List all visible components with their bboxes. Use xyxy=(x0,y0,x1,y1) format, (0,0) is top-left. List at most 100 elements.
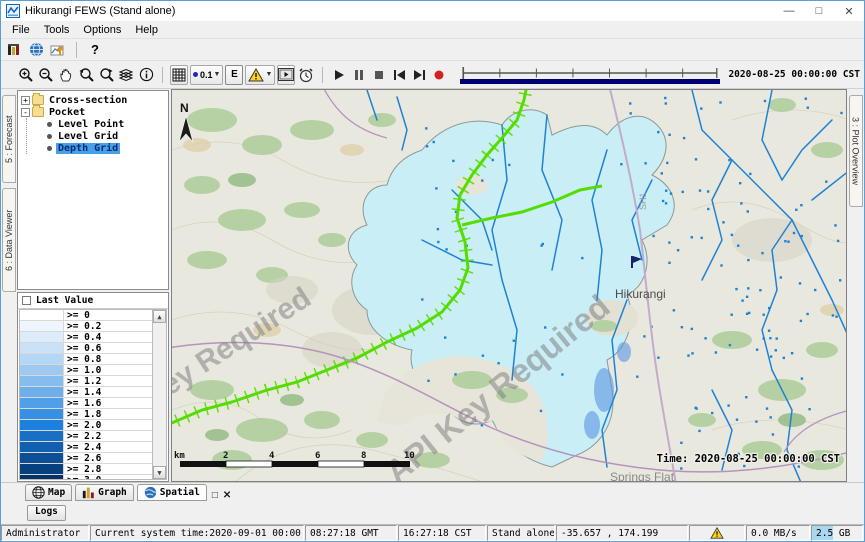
menu-bar: FileToolsOptionsHelp xyxy=(1,21,864,39)
zoom-previous-icon[interactable] xyxy=(77,65,95,85)
legend-row[interactable]: >= 1.0 xyxy=(20,365,152,376)
zoom-in-icon[interactable] xyxy=(17,65,35,85)
tree-node-level-grid[interactable]: Level Grid xyxy=(27,130,168,142)
layers-icon[interactable] xyxy=(117,65,135,85)
legend-row[interactable]: >= 1.4 xyxy=(20,387,152,398)
label-toggle-button[interactable]: E xyxy=(225,65,243,85)
pause-button[interactable] xyxy=(350,65,368,85)
warning-icon xyxy=(248,68,264,82)
legend-row-label: >= 0.8 xyxy=(64,354,152,364)
stop-button[interactable] xyxy=(370,65,388,85)
classbreak-dot-icon xyxy=(193,72,198,77)
tab-spatial-label: Spatial xyxy=(160,487,200,498)
animation-dialog-button[interactable] xyxy=(277,65,295,85)
legend-row[interactable]: >= 2.0 xyxy=(20,420,152,431)
tab-map[interactable]: Map xyxy=(25,484,72,501)
left-tab-strip: 5 : Forecast 6 : Data Viewer xyxy=(1,89,17,482)
layer-dot-icon xyxy=(47,122,52,127)
tree-node-label[interactable]: Pocket xyxy=(47,107,87,118)
legend-row[interactable]: >= 2.4 xyxy=(20,442,152,453)
tree-node-label[interactable]: Cross-section xyxy=(47,95,129,106)
help-button[interactable]: ? xyxy=(86,40,104,60)
app-window: Hikurangi FEWS (Stand alone) — □ ✕ FileT… xyxy=(0,0,865,542)
tree-node-level-point[interactable]: Level Point xyxy=(27,118,168,130)
time-slider[interactable] xyxy=(460,66,720,84)
minimize-button[interactable]: — xyxy=(774,1,804,21)
chart-export-icon[interactable] xyxy=(49,40,67,60)
toolbar-separator xyxy=(162,67,163,83)
skip-end-button[interactable] xyxy=(410,65,428,85)
legend-row[interactable]: >= 0.2 xyxy=(20,321,152,332)
menu-item[interactable]: Help xyxy=(128,22,165,38)
panel-maximize-button[interactable]: □ xyxy=(212,490,218,501)
legend-row[interactable]: >= 0 xyxy=(20,310,152,321)
logs-button[interactable]: Logs xyxy=(27,505,66,521)
chevron-down-icon: ▼ xyxy=(214,71,221,78)
time-slider-rail[interactable] xyxy=(460,66,720,79)
thresholds-warning-dropdown[interactable]: ▼ xyxy=(245,65,275,85)
map-view[interactable]: API Key Required API Key Required Hikura… xyxy=(171,89,847,482)
tab-data-viewer[interactable]: 6 : Data Viewer xyxy=(2,188,16,292)
legend-row-label: >= 1.0 xyxy=(64,365,152,375)
tree-node-pocket[interactable]: - Pocket xyxy=(21,106,168,118)
threshold-value: 0.1 xyxy=(200,70,213,80)
skip-start-button[interactable] xyxy=(390,65,408,85)
tab-plot-overview[interactable]: 3 : Plot Overview xyxy=(849,95,863,207)
legend-row[interactable]: >= 1.8 xyxy=(20,409,152,420)
scroll-up-icon[interactable]: ▲ xyxy=(153,310,166,323)
legend-row[interactable]: >= 3.0 xyxy=(20,475,152,479)
legend-row[interactable]: >= 2.2 xyxy=(20,431,152,442)
collapse-icon[interactable]: - xyxy=(21,108,30,117)
menu-item[interactable]: Tools xyxy=(37,22,77,38)
folder-icon xyxy=(32,95,44,105)
tab-forecast[interactable]: 5 : Forecast xyxy=(2,95,16,183)
legend-row[interactable]: >= 1.6 xyxy=(20,398,152,409)
legend-scrollbar[interactable]: ▲ ▼ xyxy=(152,310,166,479)
legend-row-label: >= 2.2 xyxy=(64,431,152,441)
scroll-down-icon[interactable]: ▼ xyxy=(153,466,166,479)
legend-row[interactable]: >= 2.8 xyxy=(20,464,152,475)
record-button[interactable] xyxy=(430,65,448,85)
map-canvas[interactable]: API Key Required API Key Required Hikura… xyxy=(172,90,847,482)
legend-row-label: >= 0 xyxy=(64,310,152,320)
timer-settings-icon[interactable] xyxy=(297,65,315,85)
zoom-out-icon[interactable] xyxy=(37,65,55,85)
globe-icon[interactable] xyxy=(27,40,45,60)
map-time-label: Time: 2020-08-25 00:00:00 CST xyxy=(657,453,840,465)
legend-row-label: >= 2.0 xyxy=(64,420,152,430)
legend-row[interactable]: >= 0.8 xyxy=(20,354,152,365)
tree-node-depth-grid[interactable]: Depth Grid xyxy=(27,142,168,154)
menu-item[interactable]: File xyxy=(5,22,37,38)
tree-node-label-selected[interactable]: Depth Grid xyxy=(56,143,120,154)
panel-close-button[interactable]: ✕ xyxy=(223,490,231,501)
main-toolbar: ? xyxy=(1,39,864,61)
maximize-button[interactable]: □ xyxy=(804,1,834,21)
dock-tab-bar: Map Graph Spatial □ ✕ xyxy=(1,482,864,502)
threshold-dropdown[interactable]: 0.1 ▼ xyxy=(190,65,223,85)
legend-row[interactable]: >= 0.4 xyxy=(20,332,152,343)
info-icon[interactable] xyxy=(137,65,155,85)
close-button[interactable]: ✕ xyxy=(834,1,864,21)
tab-spatial[interactable]: Spatial xyxy=(137,484,207,501)
toolbar-separator xyxy=(76,42,77,58)
legend-row-label: >= 2.6 xyxy=(64,453,152,463)
play-button[interactable] xyxy=(330,65,348,85)
grid-layer-button[interactable] xyxy=(170,65,188,85)
legend-row[interactable]: >= 1.2 xyxy=(20,376,152,387)
legend-rows: >= 0 >= 0.2 >= 0.4 xyxy=(20,310,152,479)
tree-node-cross-section[interactable]: + Cross-section xyxy=(21,94,168,106)
expand-icon[interactable]: + xyxy=(21,96,30,105)
tab-graph[interactable]: Graph xyxy=(75,484,134,501)
database-icon[interactable] xyxy=(5,40,23,60)
tree-node-label[interactable]: Level Point xyxy=(56,119,126,130)
pan-hand-icon[interactable] xyxy=(57,65,75,85)
menu-item[interactable]: Options xyxy=(76,22,128,38)
status-warning-icon xyxy=(710,527,724,539)
zoom-next-icon[interactable] xyxy=(97,65,115,85)
status-warning[interactable] xyxy=(689,525,745,541)
legend-row[interactable]: >= 2.6 xyxy=(20,453,152,464)
tree-node-label[interactable]: Level Grid xyxy=(56,131,120,142)
legend-row[interactable]: >= 0.6 xyxy=(20,343,152,354)
last-value-checkbox[interactable] xyxy=(22,296,31,305)
svg-text:4: 4 xyxy=(269,451,275,461)
